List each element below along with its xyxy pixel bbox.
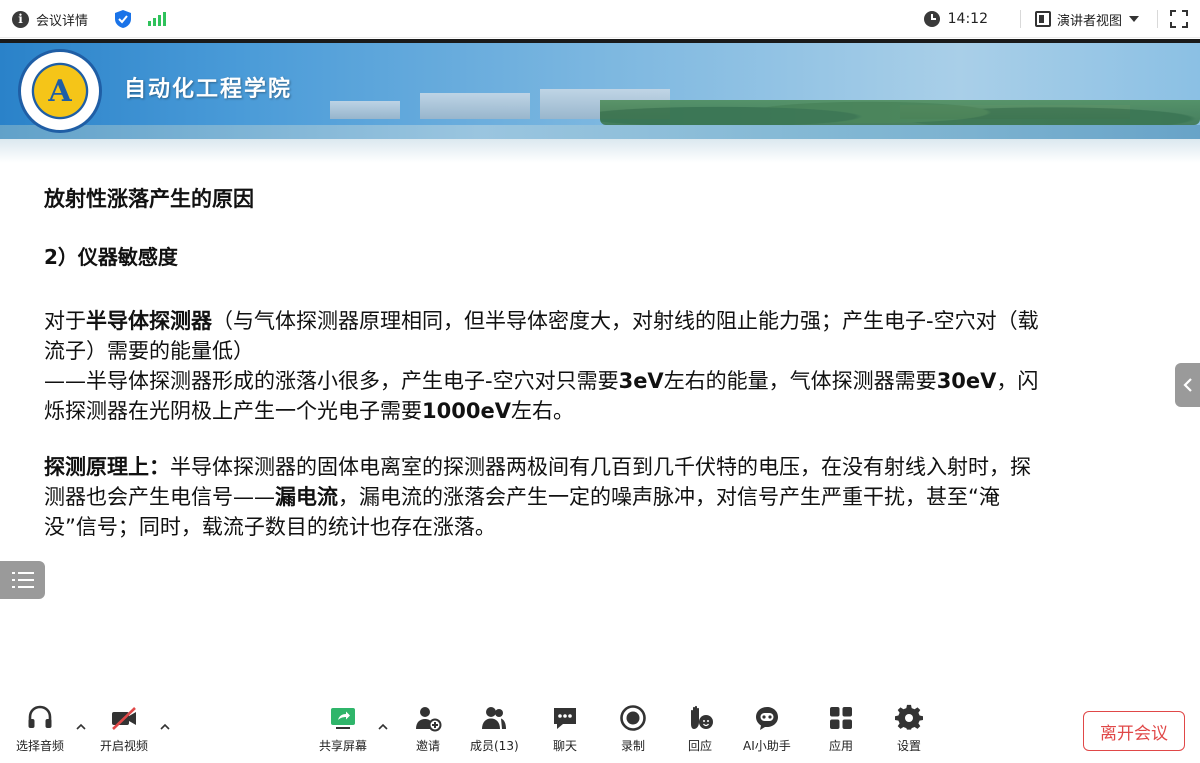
divider: [1019, 10, 1021, 28]
members-label: 成员(13): [470, 739, 519, 753]
share-screen-label: 共享屏幕: [319, 739, 368, 753]
side-panel-toggle[interactable]: [1175, 363, 1200, 407]
slide-title: 放射性涨落产生的原因: [44, 187, 254, 211]
school-title: 自动化工程学院: [124, 76, 293, 102]
meeting-clock: 14:12: [923, 11, 988, 27]
video-options-chevron-icon[interactable]: [160, 722, 170, 732]
record-label: 录制: [620, 739, 645, 753]
share-screen-icon: [331, 708, 355, 729]
chat-label: 聊天: [552, 739, 577, 753]
meeting-info-button[interactable]: i 会议详情: [12, 10, 88, 29]
members-button[interactable]: 成员(13): [470, 704, 519, 754]
video-label: 开启视频: [100, 739, 149, 753]
layout-icon: [1034, 11, 1051, 27]
video-button[interactable]: 开启视频: [100, 704, 148, 754]
list-icon: [11, 572, 34, 588]
invite-button[interactable]: 邀请: [414, 704, 442, 754]
video-off-icon: [112, 707, 136, 730]
raise-hand-emoji-icon: [691, 705, 713, 729]
network-signal-icon[interactable]: [148, 12, 167, 26]
audio-button[interactable]: 选择音频: [16, 704, 64, 754]
meeting-time: 14:12: [947, 11, 988, 27]
chat-icon: [554, 708, 576, 729]
leave-meeting-button[interactable]: 离开会议: [1083, 711, 1185, 751]
school-logo: A: [18, 49, 102, 133]
top-bar: i 会议详情 14:12 演讲者视图: [0, 0, 1200, 38]
top-right-group: 14:12 演讲者视图: [923, 0, 1200, 38]
headset-icon: [28, 705, 52, 728]
slide-content: 放射性涨落产生的原因 2）仪器敏感度 对于半导体探测器（与气体探测器原理相同，但…: [44, 183, 1044, 542]
react-label: 回应: [687, 739, 712, 753]
fullscreen-icon[interactable]: [1170, 10, 1188, 28]
ai-assistant-icon: [755, 707, 778, 730]
gear-icon: [895, 704, 923, 730]
add-person-icon: [416, 707, 442, 732]
divider: [1157, 10, 1158, 28]
clock-icon: [923, 11, 940, 27]
slide-list-button[interactable]: [0, 561, 45, 599]
chevron-left-icon: [1182, 378, 1192, 392]
apps-label: 应用: [828, 739, 853, 753]
shield-check-icon[interactable]: [114, 9, 132, 29]
slide-banner: A 自动化工程学院: [0, 43, 1200, 163]
invite-label: 邀请: [415, 739, 440, 753]
top-left-group: i 会议详情: [12, 0, 167, 38]
share-screen-button[interactable]: 共享屏幕: [319, 704, 367, 754]
slide-subtitle: 2）仪器敏感度: [44, 245, 178, 269]
settings-button[interactable]: 设置: [895, 704, 923, 754]
info-icon: i: [12, 10, 29, 28]
audio-label: 选择音频: [16, 739, 65, 753]
apps-button[interactable]: 应用: [827, 704, 855, 754]
meeting-toolbar: 选择音频 开启视频 共享屏幕 邀请 成员(13) 聊天 录制 回应 AI小助手 …: [0, 696, 1200, 763]
ai-assistant-label: AI小助手: [743, 739, 791, 753]
record-button[interactable]: 录制: [619, 704, 647, 754]
paragraph-semiconductor: 对于半导体探测器（与气体探测器原理相同，但半导体密度大，对射线的阻止能力强；产生…: [44, 309, 1039, 423]
shared-slide: A 自动化工程学院 放射性涨落产生的原因 2）仪器敏感度 对于半导体探测器（与气…: [0, 39, 1200, 696]
members-icon: [482, 707, 507, 729]
settings-label: 设置: [896, 739, 921, 753]
audio-options-chevron-icon[interactable]: [76, 722, 86, 732]
view-mode-dropdown[interactable]: 演讲者视图: [1034, 10, 1139, 29]
caret-down-icon: [1129, 16, 1139, 22]
record-icon: [620, 705, 646, 731]
chat-button[interactable]: 聊天: [551, 704, 579, 754]
paragraph-detection-principle: 探测原理上：半导体探测器的固体电离室的探测器两极间有几百到几千伏特的电压，在没有…: [44, 455, 1031, 539]
view-mode-label: 演讲者视图: [1056, 13, 1122, 29]
meeting-info-label: 会议详情: [36, 13, 89, 29]
apps-grid-icon: [830, 707, 852, 729]
react-button[interactable]: 回应: [686, 704, 714, 754]
share-options-chevron-icon[interactable]: [378, 722, 388, 732]
ai-assistant-button[interactable]: AI小助手: [743, 704, 791, 754]
